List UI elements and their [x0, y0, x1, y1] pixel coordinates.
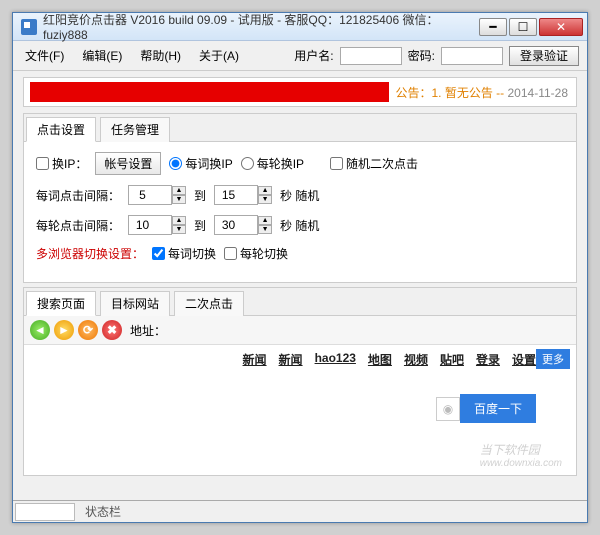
settings-tabs: 点击设置 任务管理 [24, 114, 576, 142]
down-icon[interactable]: ▼ [172, 195, 186, 204]
username-input[interactable] [340, 47, 402, 65]
round-max-input[interactable] [214, 215, 258, 235]
down-icon[interactable]: ▼ [258, 225, 272, 234]
up-icon[interactable]: ▲ [172, 186, 186, 195]
baidu-search-button[interactable]: 百度一下 [460, 394, 536, 423]
round-switch-checkbox[interactable]: 每轮切换 [224, 245, 288, 262]
close-button[interactable]: ✕ [539, 18, 583, 36]
account-settings-button[interactable]: 帐号设置 [95, 152, 161, 175]
back-icon[interactable]: ◄ [30, 320, 50, 340]
login-button[interactable]: 登录验证 [509, 46, 579, 66]
tab-click-settings[interactable]: 点击设置 [26, 117, 96, 142]
per-round-ip-radio[interactable]: 每轮换IP [241, 155, 304, 172]
menu-about[interactable]: 关于(A) [195, 45, 243, 66]
password-input[interactable] [441, 47, 503, 65]
round-interval-label: 每轮点击间隔： [36, 217, 120, 234]
window-title: 红阳竞价点击器 V2016 build 09.09 - 试用版 - 客服QQ：1… [43, 11, 479, 42]
maximize-button[interactable]: ☐ [509, 18, 537, 36]
per-word-ip-radio[interactable]: 每词换IP [169, 155, 232, 172]
banner: 公告：1. 暂无公告 -- 2014-11-28 [23, 77, 577, 107]
word-max-input[interactable] [214, 185, 258, 205]
status-cell [15, 503, 75, 521]
tab-target-site[interactable]: 目标网站 [100, 291, 170, 316]
random-second-click-checkbox[interactable]: 随机二次点击 [330, 155, 418, 172]
change-ip-checkbox[interactable]: 换IP： [36, 155, 87, 172]
browser-tabs: 搜索页面 目标网站 二次点击 [24, 288, 576, 316]
minimize-button[interactable]: ━ [479, 18, 507, 36]
status-label: 状态栏 [77, 503, 129, 520]
forward-icon[interactable]: ► [54, 320, 74, 340]
banner-redacted [30, 82, 389, 102]
menubar: 文件(F) 编辑(E) 帮助(H) 关于(A) 用户名: 密码: 登录验证 [13, 41, 587, 71]
menu-edit[interactable]: 编辑(E) [78, 45, 126, 66]
tab-second-click[interactable]: 二次点击 [174, 291, 244, 316]
app-icon [21, 19, 37, 35]
username-label: 用户名: [294, 47, 333, 64]
titlebar: 红阳竞价点击器 V2016 build 09.09 - 试用版 - 客服QQ：1… [13, 13, 587, 41]
notice-text: 公告：1. 暂无公告 -- 2014-11-28 [395, 84, 576, 101]
refresh-icon[interactable]: ⟳ [78, 320, 98, 340]
app-window: 红阳竞价点击器 V2016 build 09.09 - 试用版 - 客服QQ：1… [12, 12, 588, 523]
browser-section: 搜索页面 目标网站 二次点击 ◄ ► ⟳ ✖ 地址： 新闻 新闻 hao123 … [23, 287, 577, 476]
word-interval-label: 每词点击间隔： [36, 187, 120, 204]
camera-icon[interactable]: ◉ [436, 397, 460, 421]
nav-link[interactable]: 贴吧 [440, 351, 464, 368]
nav-link[interactable]: 地图 [368, 351, 392, 368]
address-label: 地址： [130, 322, 166, 339]
web-viewport: 新闻 新闻 hao123 地图 视频 贴吧 登录 设置 更多 ◉ 百度一下 [24, 345, 576, 475]
multi-browser-label: 多浏览器切换设置： [36, 245, 144, 262]
down-icon[interactable]: ▼ [172, 225, 186, 234]
nav-link[interactable]: 设置 [512, 351, 536, 368]
nav-link[interactable]: hao123 [315, 351, 356, 368]
password-label: 密码: [408, 47, 435, 64]
statusbar: 状态栏 [13, 500, 587, 522]
nav-link[interactable]: 新闻 [243, 351, 267, 368]
tab-task-manager[interactable]: 任务管理 [100, 117, 170, 142]
up-icon[interactable]: ▲ [258, 216, 272, 225]
more-products-button[interactable]: 更多 [536, 349, 570, 369]
word-min-input[interactable] [128, 185, 172, 205]
menu-file[interactable]: 文件(F) [21, 45, 68, 66]
word-switch-checkbox[interactable]: 每词切换 [152, 245, 216, 262]
nav-link[interactable]: 登录 [476, 351, 500, 368]
settings-section: 点击设置 任务管理 换IP： 帐号设置 每词换IP 每轮换IP 随机二次点击 每… [23, 113, 577, 283]
stop-icon[interactable]: ✖ [102, 320, 122, 340]
nav-link[interactable]: 新闻 [279, 351, 303, 368]
tab-search-page[interactable]: 搜索页面 [26, 291, 96, 316]
round-min-input[interactable] [128, 215, 172, 235]
top-links: 新闻 新闻 hao123 地图 视频 贴吧 登录 设置 [34, 351, 566, 368]
down-icon[interactable]: ▼ [258, 195, 272, 204]
up-icon[interactable]: ▲ [258, 186, 272, 195]
nav-link[interactable]: 视频 [404, 351, 428, 368]
up-icon[interactable]: ▲ [172, 216, 186, 225]
menu-help[interactable]: 帮助(H) [136, 45, 185, 66]
address-bar: ◄ ► ⟳ ✖ 地址： [24, 316, 576, 345]
